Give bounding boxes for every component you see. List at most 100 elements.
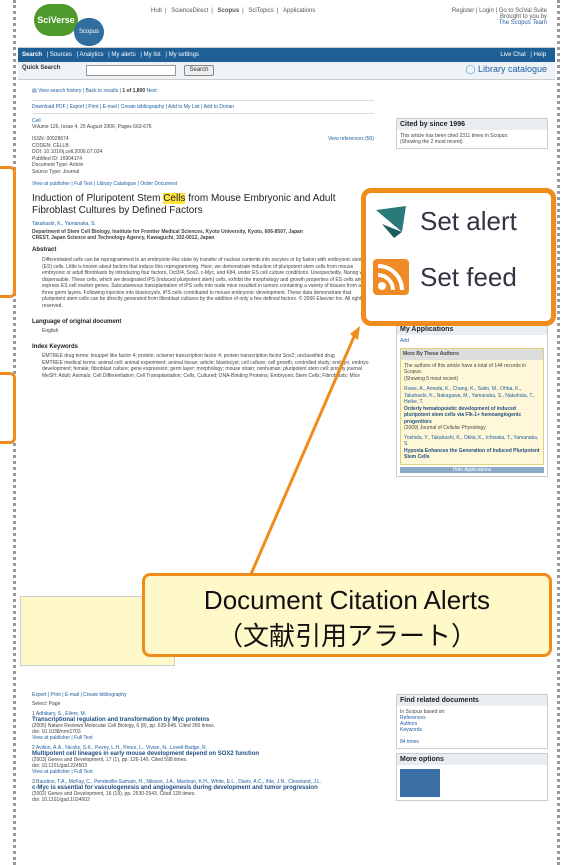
label-japanese: （文献引用アラート） <box>216 621 477 651</box>
link-scitopics[interactable]: SciTopics <box>248 8 273 14</box>
nav-analytics[interactable]: Analytics <box>80 52 104 58</box>
library-icon: ◯ <box>465 64 476 74</box>
quick-search-input[interactable] <box>86 65 176 76</box>
scopus-team: The Scopus Team <box>498 20 547 26</box>
language-value: English <box>42 328 59 334</box>
search-button[interactable]: Search <box>184 65 214 76</box>
link-sciencedirect[interactable]: ScienceDirect <box>171 8 208 14</box>
find-keywords-link[interactable]: Keywords <box>400 727 544 733</box>
ref-view-links[interactable]: View at publisher | Full Text <box>32 769 377 775</box>
more-by-source: (2009) Journal of Cellular Physiology <box>404 425 486 431</box>
sciverse-logo: SciVerse <box>34 4 78 36</box>
ref-doi: doi: 10.1101/gad.1024602 <box>32 797 90 803</box>
article-meta: ISSN: 00928674 CODEN: CELLB DOI: 10.1016… <box>32 136 374 175</box>
view-links[interactable]: View at publisher | Full Text | Library … <box>32 181 374 187</box>
link-hub[interactable]: Hub <box>151 8 162 14</box>
top-links: Hub | ScienceDirect | Scopus | SciTopics | A… <box>151 8 316 14</box>
times-link[interactable]: 84 times <box>400 739 544 745</box>
find-related-heading: Find related documents <box>397 695 547 706</box>
article-actions[interactable]: Download PDF | Export | Print | E-mail |… <box>32 100 374 114</box>
alert-bell-icon <box>376 206 406 238</box>
nav-right: Live Chat | Help <box>500 52 546 58</box>
language-heading: Language of original document <box>32 319 122 325</box>
label-english: Document Citation Alerts <box>203 585 491 615</box>
abstract-heading: Abstract <box>32 247 57 253</box>
result-count: 1 of 1,800 <box>122 88 146 94</box>
cited-by-sub: (Showing the 2 most recent) <box>400 139 463 145</box>
reference-item: 1 Adhikary, S., Eilers, M. Transcription… <box>32 711 377 741</box>
reference-item: 2 Avilion, A.A., Nicolis, S.K., Pevny, L… <box>32 745 377 775</box>
meta-sourcetype: Source Type: Journal <box>32 168 80 175</box>
right-page-border <box>557 0 567 865</box>
add-application-link[interactable]: Add <box>400 338 544 344</box>
cited-by-heading: Cited by since 1996 <box>397 119 547 130</box>
link-register[interactable]: Register <box>452 8 474 14</box>
live-chat-link[interactable]: Live Chat <box>500 52 525 58</box>
find-related-box: Find related documents In Scopus based o… <box>396 694 548 805</box>
title-highlight: Cells <box>163 193 186 204</box>
set-feed-label: Set feed <box>420 261 517 292</box>
set-alert-row[interactable]: Set alert <box>366 193 551 249</box>
article-title: Induction of Pluripotent Stem Cells from… <box>32 193 374 217</box>
nav-my-alerts[interactable]: My alerts <box>111 52 135 58</box>
citation-alerts-label: Document Citation Alerts （文献引用アラート） <box>142 573 552 657</box>
more-by-sub: (Showing 5 most recent) <box>404 375 459 382</box>
more-by-authors-list[interactable]: Rowe, A., Ameda, K., Chang, K., Saito, M… <box>404 386 540 406</box>
more-options-box: More options <box>396 753 548 801</box>
reference-item: 3 Baudino, T.A., McKay, C., Pendeville-S… <box>32 779 377 803</box>
left-highlight-box-1 <box>0 166 16 298</box>
quick-search-bar: Quick Search Search ◯ Library catalogue <box>18 62 555 80</box>
back-to-results-link[interactable]: Back to results <box>85 88 118 94</box>
view-references-link[interactable]: View references (50) <box>328 136 374 143</box>
more-options-badges[interactable] <box>400 769 440 797</box>
more-by-text: The authors of this article have a total… <box>404 362 527 376</box>
references-section: Export | Print | E-mail | Create bibliog… <box>32 692 377 807</box>
cited-by-box: Cited by since 1996 This article has bee… <box>396 118 548 149</box>
account-links: Register | Login | Go to SciVal Suite Br… <box>451 8 547 26</box>
affiliation-2: CREST, Japan Science and Technology Agen… <box>32 235 215 241</box>
quick-search-label: Quick Search <box>22 65 61 71</box>
library-catalogue-label: Library catalogue <box>477 64 547 74</box>
more-by-authors-list-2[interactable]: Yoshida, Y., Takahashi, K., Okita, K., I… <box>404 435 540 448</box>
more-by-title-2[interactable]: Hypoxia Enhances the Generation of Induc… <box>404 448 540 461</box>
journal-volume: Volume 126, Issue 4, 25 August 2006, Pag… <box>32 124 152 130</box>
keywords-mesh: MeSH: Adult; Animals; Cell Differentiati… <box>42 372 361 379</box>
ref-select[interactable]: Select: Page <box>32 701 377 707</box>
hide-applications[interactable]: Hide Applications <box>400 466 544 473</box>
library-catalogue-link[interactable]: ◯ Library catalogue <box>465 64 547 75</box>
more-by-authors-widget: More By These Authors The authors of thi… <box>400 348 544 465</box>
top-header: SciVerse Scopus Hub | ScienceDirect | Scop… <box>18 0 555 48</box>
more-options-heading: More options <box>397 754 547 765</box>
set-alert-label: Set alert <box>420 205 517 236</box>
authors[interactable]: Takahashi, K., Yamanaka, S. <box>32 221 374 227</box>
ref-view-links[interactable]: View at publisher | Full Text <box>32 735 377 741</box>
nav-sources[interactable]: Sources <box>50 52 72 58</box>
link-login[interactable]: Login <box>479 8 494 14</box>
keywords-heading: Index Keywords <box>32 344 79 350</box>
view-history-link[interactable]: View search history <box>38 88 81 94</box>
abstract-text: Differentiated cells can be reprogrammed… <box>42 257 369 309</box>
keywords: EMTREE drug terms: knuppel like factor 4… <box>32 353 374 379</box>
keywords-drug: EMTREE drug terms: knuppel like factor 4… <box>42 353 335 359</box>
result-nav: ▤ View search history | Back to results … <box>32 88 157 94</box>
more-by-title[interactable]: Orderly hematopoietic development of ind… <box>404 406 540 426</box>
link-applications[interactable]: Applications <box>283 8 315 14</box>
main-nav: Search | Sources | Analytics | My alerts… <box>18 48 555 62</box>
more-by-authors-heading: More By These Authors <box>401 349 543 360</box>
link-scopus[interactable]: Scopus <box>218 8 240 14</box>
left-highlight-box-2 <box>0 372 16 444</box>
alert-feed-callout: Set alert Set feed <box>361 188 556 326</box>
article-main: ▤ View search history | Back to results … <box>18 82 388 383</box>
nav-my-settings[interactable]: My settings <box>169 52 199 58</box>
nav-search[interactable]: Search <box>22 52 42 58</box>
scopus-logo: Scopus <box>74 18 104 46</box>
rss-feed-icon <box>373 259 409 295</box>
nav-my-list[interactable]: My list <box>144 52 161 58</box>
keywords-medical: EMTREE medical terms: animal cell; anima… <box>42 359 369 373</box>
ref-actions[interactable]: Export | Print | E-mail | Create bibliog… <box>32 692 377 698</box>
find-related: Find related documents In Scopus based o… <box>396 694 548 749</box>
title-part: Induction of Pluripotent Stem <box>32 193 164 204</box>
help-link[interactable]: Help <box>534 52 546 58</box>
set-feed-row[interactable]: Set feed <box>366 249 551 305</box>
next-link[interactable]: Next <box>147 88 157 94</box>
